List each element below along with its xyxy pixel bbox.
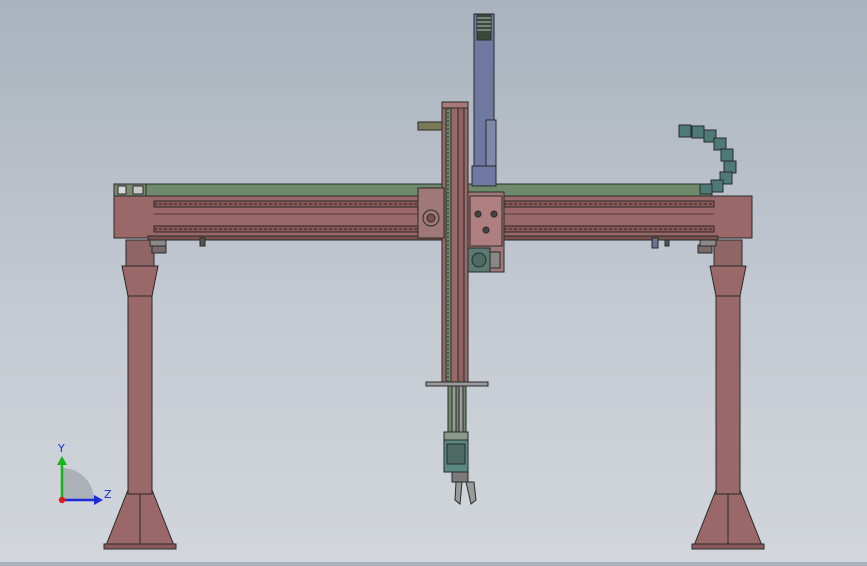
left-leg-base-plate [103,543,177,550]
right-leg-cap [713,239,743,267]
triad-x-axis-dot [58,496,66,504]
gripper-finger-left [454,481,463,505]
right-leg-column [715,267,741,495]
gantry-robot-model [103,13,765,550]
gripper-finger-right [465,481,477,505]
column-foot-plate [425,381,489,387]
right-support-leg [691,239,765,550]
column-side-bracket [417,121,445,131]
coordinate-triad: Y Z [48,438,118,510]
left-leg-top-flare [121,265,159,297]
triad-quadrant [62,468,94,500]
x-axis-top-rail [113,183,713,197]
cad-viewport[interactable]: Y Z [0,0,867,562]
left-leg-column [127,267,153,495]
triad-y-label: Y [58,442,65,455]
right-leg-base-plate [691,543,765,550]
triad-z-label: Z [104,488,112,501]
right-leg-top-flare [709,265,747,297]
gripper-assembly [443,431,477,505]
